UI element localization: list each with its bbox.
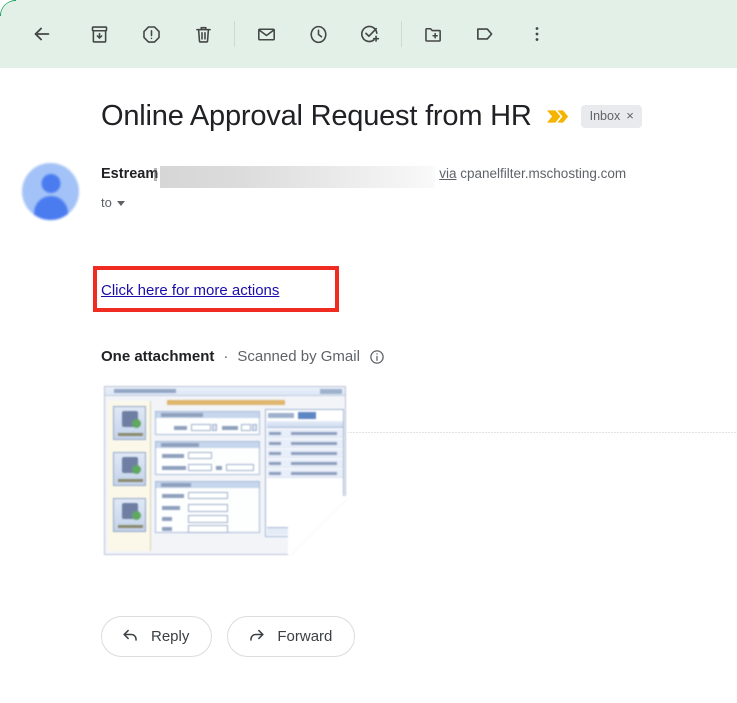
avatar-head (41, 174, 60, 193)
sender-meta: Estream via cpanelfilter.mschosting.com … (101, 160, 737, 220)
reply-button-label: Reply (151, 628, 190, 645)
label-chip-text: Inbox (589, 108, 621, 123)
attachment-header: One attachment · Scanned by Gmail (0, 348, 737, 365)
archive-button[interactable] (79, 14, 119, 54)
clock-icon (308, 24, 329, 45)
avatar (22, 163, 79, 220)
toolbar-corner-mask (1, 1, 23, 23)
attachment-count: One attachment (101, 348, 215, 365)
folder-move-icon (423, 24, 444, 45)
preview-sidebar-button (113, 406, 146, 440)
sender-name[interactable]: Estream (101, 166, 158, 182)
more-vert-icon (527, 24, 547, 44)
preview-sidebar-button (113, 452, 146, 486)
preview-window-titlebar (105, 387, 345, 396)
archive-icon (89, 24, 110, 45)
attachment-thumbnail[interactable] (101, 385, 348, 556)
arrow-back-icon (31, 23, 53, 45)
preview-banner-text (167, 400, 285, 405)
move-to-button[interactable] (413, 14, 453, 54)
attachment-fold-corner (288, 496, 348, 556)
via-info: via cpanelfilter.mschosting.com (439, 166, 626, 181)
preview-window-title-text (114, 389, 176, 393)
preview-sidebar (108, 401, 151, 551)
mark-unread-button[interactable] (246, 14, 286, 54)
task-add-icon (359, 23, 381, 45)
envelope-icon (256, 24, 277, 45)
chevron-down-icon (116, 201, 125, 206)
to-label: to (101, 195, 112, 210)
reply-button[interactable]: Reply (101, 616, 213, 657)
action-buttons: Reply Forward (0, 616, 737, 657)
separator-dot: · (223, 348, 229, 365)
preview-list-row (267, 459, 343, 468)
sender-line: Estream via cpanelfilter.mschosting.com (101, 166, 737, 188)
recipient-toggle[interactable]: to (101, 195, 139, 210)
via-link[interactable]: via (439, 166, 456, 181)
forward-button[interactable]: Forward (227, 616, 356, 657)
sender-block: Estream via cpanelfilter.mschosting.com … (0, 160, 737, 220)
forward-arrow-icon (247, 625, 266, 648)
label-tag-icon (474, 23, 496, 45)
preview-group-box (155, 441, 260, 475)
preview-list-header (267, 421, 343, 428)
back-button[interactable] (22, 14, 62, 54)
preview-list-row (267, 439, 343, 448)
preview-list-row (267, 449, 343, 458)
close-icon[interactable]: × (626, 109, 634, 122)
forward-button-label: Forward (277, 628, 333, 645)
labels-button[interactable] (465, 14, 505, 54)
delete-button[interactable] (183, 14, 223, 54)
preview-list-row (267, 429, 343, 438)
message-body: Click here for more actions (0, 266, 737, 328)
page-title: Online Approval Request from HR (101, 100, 532, 132)
email-toolbar (0, 0, 737, 68)
preview-group-box (155, 481, 260, 533)
preview-window-controls (320, 389, 342, 394)
importance-marker-icon[interactable] (546, 108, 568, 125)
preview-sidebar-button (113, 498, 146, 532)
reply-arrow-icon (121, 625, 140, 648)
toolbar-divider-2 (401, 21, 402, 47)
preview-list-row (267, 469, 343, 478)
info-circle-icon[interactable] (369, 349, 385, 365)
report-spam-button[interactable] (131, 14, 171, 54)
sender-email-redacted (154, 166, 436, 188)
subject-row: Online Approval Request from HR Inbox × (0, 94, 737, 138)
snooze-button[interactable] (298, 14, 338, 54)
more-button[interactable] (517, 14, 557, 54)
avatar-body (33, 196, 68, 220)
trash-icon (193, 24, 214, 45)
report-spam-icon (141, 24, 162, 45)
status-badge[interactable]: Inbox × (580, 104, 642, 128)
toolbar-divider-1 (234, 21, 235, 47)
email-message: Online Approval Request from HR Inbox × … (0, 94, 737, 657)
scan-status: Scanned by Gmail (237, 348, 360, 365)
more-actions-link[interactable]: Click here for more actions (101, 282, 279, 299)
add-to-tasks-button[interactable] (350, 14, 390, 54)
via-domain: cpanelfilter.mschosting.com (460, 166, 627, 181)
preview-group-box (155, 411, 260, 435)
preview-list-tabs (268, 412, 342, 419)
